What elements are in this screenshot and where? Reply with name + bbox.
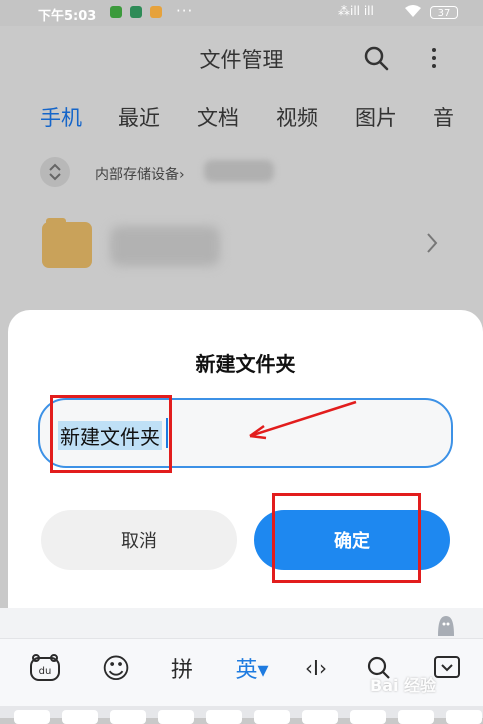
blurred-folder-name bbox=[110, 226, 220, 266]
tab-phone[interactable]: 手机 bbox=[40, 102, 82, 132]
more-dot-icon bbox=[432, 64, 436, 68]
battery-icon: 37 bbox=[430, 6, 458, 19]
status-time: 下午5:03 bbox=[38, 9, 97, 24]
tab-audio[interactable]: 音 bbox=[433, 102, 454, 132]
search-button[interactable] bbox=[362, 44, 390, 72]
pinyin-toggle[interactable]: 拼 bbox=[166, 653, 198, 683]
wifi-icon bbox=[404, 4, 422, 21]
keyboard-key[interactable] bbox=[398, 710, 434, 724]
keyboard-key[interactable] bbox=[446, 710, 482, 724]
emoji-icon[interactable]: ☺ bbox=[100, 652, 132, 685]
tab-recent[interactable]: 最近 bbox=[118, 102, 160, 132]
english-toggle[interactable]: 英▾ bbox=[230, 653, 274, 683]
keyboard-key[interactable] bbox=[14, 710, 50, 724]
collapse-keyboard-icon[interactable] bbox=[432, 653, 462, 683]
folder-icon bbox=[42, 218, 92, 268]
keyboard-key[interactable] bbox=[206, 710, 242, 724]
more-menu-button[interactable] bbox=[424, 44, 444, 72]
keyboard-key[interactable] bbox=[158, 710, 194, 724]
keyboard-key[interactable] bbox=[254, 710, 290, 724]
signal-icon: ⁂ill ill bbox=[338, 4, 374, 18]
keyboard-key-row bbox=[0, 706, 483, 724]
text-cursor bbox=[166, 418, 168, 448]
tab-documents[interactable]: 文档 bbox=[197, 102, 239, 132]
soft-keyboard: du ☺ 拼 英▾ ‹I› bbox=[0, 608, 483, 724]
keyboard-bear-icon[interactable]: du bbox=[28, 653, 62, 683]
breadcrumb-internal-storage[interactable]: 内部存储设备› bbox=[95, 164, 185, 184]
expand-collapse-icon bbox=[49, 163, 61, 181]
tab-images[interactable]: 图片 bbox=[355, 102, 397, 132]
breadcrumb-separator: › bbox=[179, 167, 185, 183]
more-dot-icon bbox=[432, 48, 436, 52]
svg-text:du: du bbox=[39, 666, 52, 677]
blurred-breadcrumb bbox=[204, 160, 274, 182]
list-item[interactable] bbox=[40, 218, 450, 274]
more-dot-icon bbox=[432, 56, 436, 60]
confirm-button[interactable]: 确定 bbox=[254, 510, 450, 570]
cursor-icon[interactable]: ‹I› bbox=[296, 653, 336, 683]
keyboard-assistant-icon[interactable] bbox=[434, 614, 458, 638]
dialog-title: 新建文件夹 bbox=[195, 352, 296, 376]
annotation-arrow bbox=[249, 400, 357, 440]
keyboard-key[interactable] bbox=[350, 710, 386, 724]
tab-videos[interactable]: 视频 bbox=[276, 102, 318, 132]
selected-input-text: 新建文件夹 bbox=[58, 421, 162, 450]
page-title: 文件管理 bbox=[199, 48, 284, 72]
chevron-right-icon bbox=[426, 232, 438, 258]
more-notifications-icon: ··· bbox=[176, 2, 194, 20]
watermark: Bai 经验 bbox=[370, 676, 437, 695]
storage-switch-button[interactable] bbox=[40, 157, 70, 187]
keyboard-key[interactable] bbox=[302, 710, 338, 724]
keyboard-key[interactable] bbox=[62, 710, 98, 724]
shield-notification-icon bbox=[130, 6, 142, 18]
breadcrumb-label: 内部存储设备 bbox=[95, 167, 179, 183]
cancel-button[interactable]: 取消 bbox=[41, 510, 237, 570]
note-notification-icon bbox=[150, 6, 162, 18]
keyboard-key[interactable] bbox=[110, 710, 146, 724]
notification-icon bbox=[110, 6, 122, 18]
search-icon bbox=[364, 46, 389, 71]
new-folder-dialog: 新建文件夹 新建文件夹 取消 确定 bbox=[8, 310, 483, 640]
status-bar: 下午5:03 ··· ⁂ill ill 37 bbox=[0, 0, 483, 26]
file-manager-background: 文件管理 手机 最近 文档 视频 图片 音 内部存储设备› bbox=[0, 26, 483, 310]
